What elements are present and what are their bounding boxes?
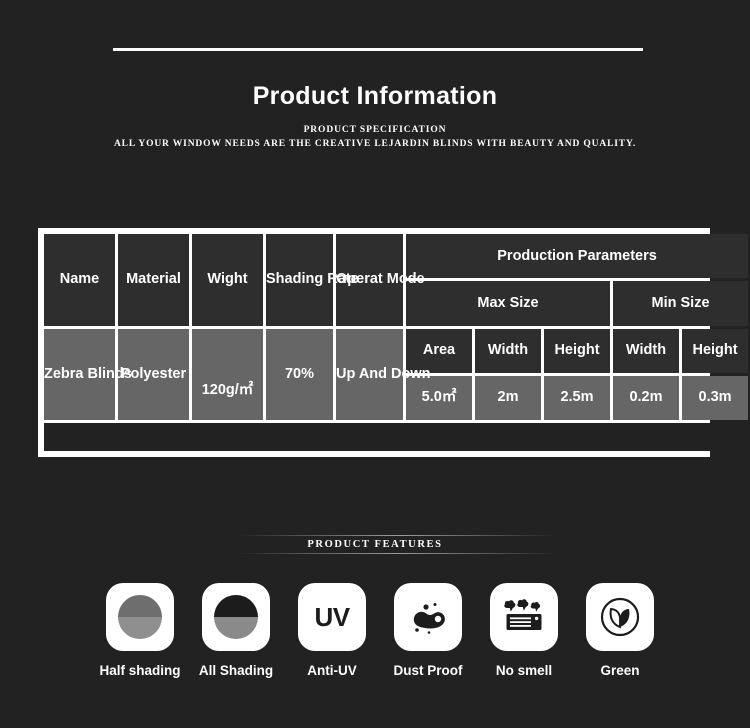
leaf-circle-icon-svg (600, 597, 640, 637)
odor-vent-icon (490, 583, 558, 651)
product-specification-table: Name Material Wight Shading Rate Operat … (38, 228, 749, 457)
leaf-circle-icon (586, 583, 654, 651)
table-empty-row (44, 423, 749, 451)
dust-mite-icon (394, 583, 462, 651)
feature-half-shading[interactable]: Half shading (92, 583, 188, 678)
header-max-size: Max Size (406, 281, 610, 326)
cell-min-width-value: 0.2m (613, 375, 679, 420)
subtitle-secondary: ALL YOUR WINDOW NEEDS ARE THE CREATIVE L… (113, 139, 637, 149)
subtitle-block: PRODUCT SPECIFICATION ALL YOUR WINDOW NE… (0, 123, 750, 152)
header-shading-rate: Shading Rate (266, 234, 359, 326)
wight-value-text: 120g/㎡ (201, 381, 254, 398)
cell-max-width-value: 2m (475, 375, 541, 420)
table-header-row-3: Zebra Blinds Polyester 120g/㎡ 70% Up And… (44, 328, 749, 420)
header-operat-mode: Operat Mode (336, 234, 425, 326)
feature-no-smell[interactable]: No smell (476, 583, 572, 678)
circle-bottom-half (214, 617, 258, 639)
cell-shading-rate-value: 70% (266, 328, 333, 420)
feature-label-no-smell: No smell (495, 663, 553, 678)
half-shading-circle-shape (118, 595, 162, 639)
header-name: Name (44, 234, 115, 326)
features-row: Half shading All Shading UV Anti-UV Dust… (92, 583, 668, 678)
table-header-row-1: Name Material Wight Shading Rate Operat … (44, 234, 749, 326)
circle-top-half (118, 595, 162, 617)
feature-anti-uv[interactable]: UV Anti-UV (284, 583, 380, 678)
feature-label-dust-proof: Dust Proof (393, 663, 463, 678)
cell-wight-value: 120g/㎡ (192, 328, 263, 420)
product-features-banner-inner: PRODUCT FEATURES (238, 534, 559, 555)
header-material: Material (118, 234, 189, 326)
cell-material-value: Polyester (118, 328, 189, 420)
header-min-height: Height (682, 328, 749, 373)
feature-label-green: Green (600, 663, 640, 678)
dust-mite-icon-svg (413, 603, 445, 634)
header-min-width: Width (613, 328, 679, 373)
header-wight: Wight (192, 234, 263, 326)
empty-row-cell (44, 423, 749, 451)
header-max-height: Height (544, 328, 610, 373)
circle-bottom-half (118, 617, 162, 639)
feature-label-all-shading: All Shading (198, 663, 274, 678)
header-max-width: Width (475, 328, 541, 373)
feature-dust-proof[interactable]: Dust Proof (380, 583, 476, 678)
feature-label-anti-uv: Anti-UV (307, 663, 357, 678)
all-shading-circle-shape (214, 595, 258, 639)
cell-max-height-value: 2.5m (544, 375, 610, 420)
odor-vent-icon-svg (504, 599, 542, 630)
header-production-parameters: Production Parameters (406, 234, 749, 279)
subtitle-primary: PRODUCT SPECIFICATION (303, 125, 447, 135)
top-divider-rule (113, 48, 643, 51)
uv-icon-text: UV (314, 601, 350, 632)
feature-label-half-shading: Half shading (99, 663, 181, 678)
all-shading-circle-icon (202, 583, 270, 651)
cell-area-value: 5.0㎡ (406, 375, 472, 420)
product-features-banner: PRODUCT FEATURES (0, 534, 750, 555)
header-min-size: Min Size (613, 281, 749, 326)
cell-min-height-value: 0.3m (682, 375, 749, 420)
feature-all-shading[interactable]: All Shading (188, 583, 284, 678)
circle-top-half (214, 595, 258, 617)
uv-icon: UV (298, 583, 366, 651)
half-shading-circle-icon (106, 583, 174, 651)
feature-green[interactable]: Green (572, 583, 668, 678)
page-title: Product Information (252, 82, 498, 110)
cell-operat-mode-value: Up And Down (336, 328, 431, 420)
product-features-label: PRODUCT FEATURES (307, 539, 443, 550)
cell-name-value: Zebra Blinds (44, 328, 132, 420)
